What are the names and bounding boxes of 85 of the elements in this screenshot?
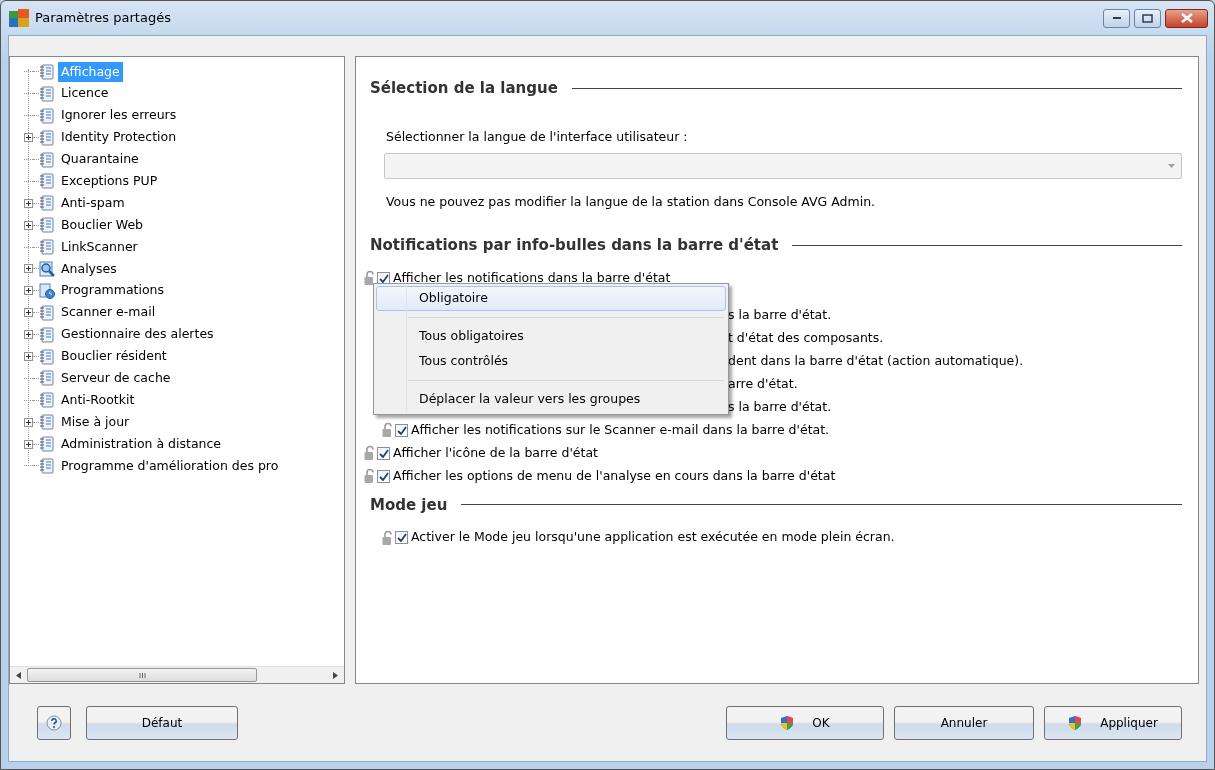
dialog-button[interactable]: OK <box>726 705 884 740</box>
menu-item[interactable]: Tous obligatoires <box>376 324 726 349</box>
dialog-button[interactable]: Appliquer <box>1044 705 1182 740</box>
tree-item[interactable]: Anti-spam <box>58 192 128 214</box>
notebook-icon <box>39 370 55 387</box>
minimize-icon <box>1111 16 1122 20</box>
notebook-icon <box>39 239 55 256</box>
tree-item[interactable]: Programme d'amélioration des pro <box>58 455 282 477</box>
checkbox[interactable] <box>377 446 390 460</box>
help-button[interactable] <box>37 705 71 740</box>
notebook-icon <box>39 457 55 474</box>
notebook-icon <box>39 414 55 431</box>
expand-icon[interactable] <box>24 264 33 274</box>
tree-item[interactable]: Ignorer les erreurs <box>58 105 180 127</box>
tree-item[interactable]: Programmations <box>58 280 168 302</box>
notebook-icon <box>39 85 55 102</box>
option-label: s la barre d'état. <box>728 397 832 416</box>
tree-item[interactable]: Serveur de cache <box>58 368 174 389</box>
close-button[interactable] <box>1165 8 1208 28</box>
dialog-button[interactable]: Annuler <box>894 705 1034 740</box>
section-heading: Mode jeu <box>370 494 448 516</box>
checkbox[interactable] <box>377 469 390 483</box>
option-label: Afficher l'icône de la barre d'état <box>393 443 598 462</box>
notebook-icon <box>39 173 55 190</box>
calendar-clock-icon <box>39 282 55 299</box>
option-label: arre d'état. <box>728 374 798 393</box>
help-icon <box>46 714 62 731</box>
menu-item[interactable]: Obligatoire <box>376 286 726 311</box>
expand-icon[interactable] <box>24 308 33 318</box>
tree-item[interactable]: Identity Protection <box>58 127 180 148</box>
option-label: s la barre d'état. <box>728 305 832 324</box>
option-label: Afficher les notifications sur le Scanner e-mail dans la barre d'état. <box>411 420 830 439</box>
expand-icon[interactable] <box>24 417 33 427</box>
notebook-icon <box>39 436 55 453</box>
caret-icon <box>1168 164 1175 169</box>
minimize-button[interactable] <box>1103 8 1130 28</box>
notebook-icon <box>39 151 55 168</box>
expand-icon[interactable] <box>24 198 33 208</box>
tree-item[interactable]: Anti-Rootkit <box>58 389 138 411</box>
notebook-icon <box>39 348 55 365</box>
maximize-button[interactable] <box>1134 8 1161 28</box>
tree-item[interactable]: LinkScanner <box>58 236 141 258</box>
notebook-icon <box>39 129 55 146</box>
expand-icon[interactable] <box>24 286 33 296</box>
expand-icon[interactable] <box>24 330 33 340</box>
info-text: Vous ne pouvez pas modifier la langue de la station dans Console AVG Admin. <box>386 193 877 212</box>
maximize-icon <box>1142 13 1153 23</box>
section-heading: Sélection de la langue <box>370 78 558 99</box>
notebook-icon <box>39 63 55 80</box>
tree-item[interactable]: Gestionnaire des alertes <box>58 324 217 345</box>
close-icon <box>1180 13 1193 23</box>
window-title: Paramètres partagés <box>35 9 172 28</box>
menu-item[interactable]: Tous contrôlés <box>376 349 726 374</box>
notebook-icon <box>39 392 55 409</box>
tree-item[interactable]: Licence <box>58 83 112 105</box>
tree-item[interactable]: Quarantaine <box>58 149 142 170</box>
notebook-icon <box>39 217 55 234</box>
tree-item[interactable]: Exceptions PUP <box>58 171 161 192</box>
notebook-icon <box>39 326 55 343</box>
tree-item[interactable]: Scanner e-mail <box>58 302 159 324</box>
scrollbar-thumb[interactable] <box>27 668 257 682</box>
magnifier-icon <box>39 260 55 277</box>
tree-item[interactable]: Administration à distance <box>58 433 225 455</box>
notebook-icon <box>39 304 55 321</box>
menu-item[interactable]: Déplacer la valeur vers les groupes <box>376 387 726 412</box>
field-label: Sélectionner la langue de l'interface utilisateur : <box>386 127 689 146</box>
tree-item[interactable]: Bouclier résident <box>58 346 170 367</box>
expand-icon[interactable] <box>24 133 33 143</box>
option-label: Afficher les options de menu de l'analyse en cours dans la barre d'état <box>393 466 836 485</box>
app-logo-icon <box>9 9 29 27</box>
tree-item[interactable]: Bouclier Web <box>58 214 147 236</box>
tree-item[interactable]: Mise à jour <box>58 411 133 433</box>
checkbox[interactable] <box>395 531 408 544</box>
checkbox[interactable] <box>395 423 408 437</box>
expand-icon[interactable] <box>24 439 33 449</box>
option-label: Afficher les notifications dans la barre d'état <box>393 268 671 287</box>
expand-icon[interactable] <box>24 352 33 361</box>
expand-icon[interactable] <box>24 220 33 230</box>
option-label: Activer le Mode jeu lorsqu'une application est exécutée en mode plein écran. <box>411 528 895 547</box>
option-label: dent dans la barre d'état (action automatique). <box>728 351 1024 370</box>
tree-item[interactable]: Analyses <box>58 258 120 280</box>
notebook-icon <box>39 107 55 124</box>
notebook-icon <box>39 195 55 212</box>
dialog-button[interactable]: Défaut <box>86 705 238 740</box>
section-heading: Notifications par info-bulles dans la barre d'état <box>370 235 779 256</box>
